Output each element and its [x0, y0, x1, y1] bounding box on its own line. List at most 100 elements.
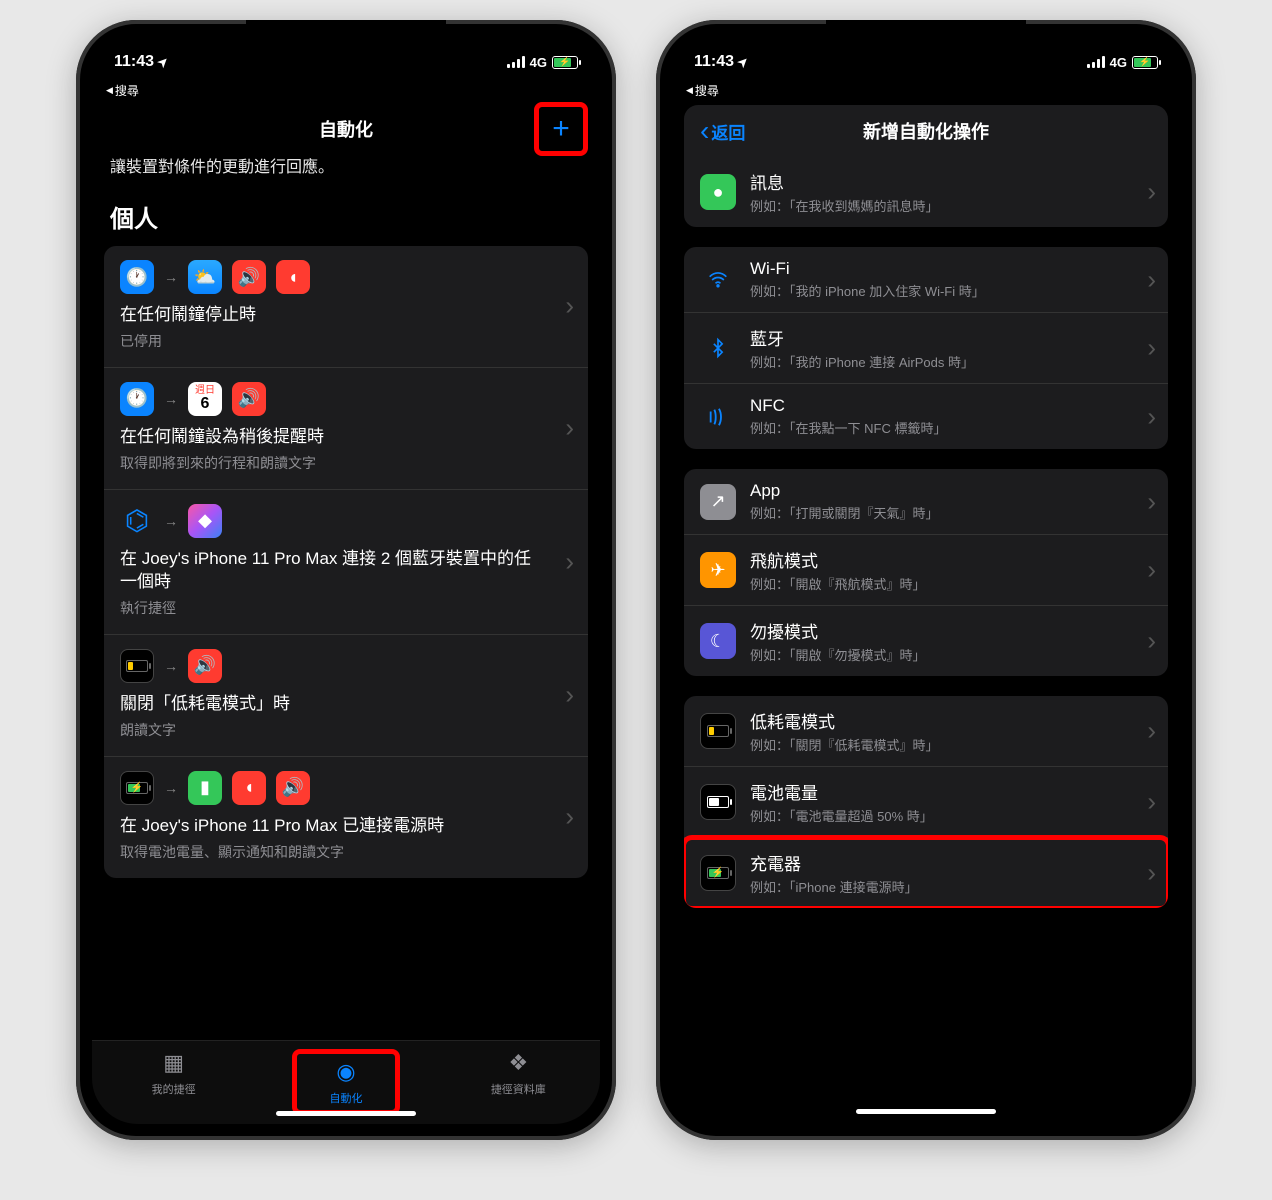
phone-right: 11:43 4G ⚡ 搜尋 返回 新增自動化操作 ● 訊息 例如：「在我收到媽: [656, 20, 1196, 1140]
chevron-right-icon: [565, 413, 574, 444]
chevron-right-icon: [1147, 177, 1156, 208]
row-title: Wi-Fi: [750, 259, 1152, 279]
calendar-icon: 週日6: [188, 382, 222, 416]
row-sub: 例如：「開啟『飛航模式』時」: [750, 574, 1152, 593]
speak-icon: 🔊: [232, 260, 266, 294]
arrow-icon: [164, 658, 178, 674]
automation-sub: 取得電池電量、顯示通知和朗讀文字: [120, 842, 572, 862]
trigger-charger[interactable]: ⚡ 充電器 例如：「iPhone 連接電源時」: [684, 838, 1168, 908]
row-sub: 例如：「開啟『勿擾模式』時」: [750, 645, 1152, 664]
charging-icon: ⚡: [120, 771, 154, 805]
chevron-right-icon: [1147, 401, 1156, 432]
dnd-icon: ◖: [276, 260, 310, 294]
automation-item[interactable]: 🔊 關閉「低耗電模式」時 朗讀文字: [104, 635, 588, 757]
bluetooth-icon: ⌬: [120, 504, 154, 538]
trigger-bluetooth[interactable]: 藍牙 例如：「我的 iPhone 連接 AirPods 時」: [684, 313, 1168, 384]
chevron-right-icon: [1147, 787, 1156, 818]
row-title: 藍牙: [750, 325, 1152, 350]
speak-icon: 🔊: [188, 649, 222, 683]
tab-label: 捷徑資料庫: [491, 1081, 546, 1097]
back-to-search[interactable]: 搜尋: [92, 80, 600, 105]
facetime-icon: ▮: [188, 771, 222, 805]
automation-item[interactable]: 🕐 週日6 🔊 在任何鬧鐘設為稍後提醒時 取得即將到來的行程和朗讀文字: [104, 368, 588, 490]
weather-icon: ⛅: [188, 260, 222, 294]
trigger-app[interactable]: ↗ App 例如：「打開或關閉『天氣』時」: [684, 469, 1168, 535]
tab-my-shortcuts[interactable]: ▦ 我的捷徑: [129, 1049, 219, 1097]
trigger-dnd[interactable]: ☾ 勿擾模式 例如：「開啟『勿擾模式』時」: [684, 606, 1168, 676]
notch: [826, 20, 1026, 50]
chevron-right-icon: [1147, 716, 1156, 747]
chevron-right-icon: [1147, 626, 1156, 657]
chevron-right-icon: [1147, 486, 1156, 517]
arrow-icon: [164, 269, 178, 285]
chevron-right-icon: [565, 291, 574, 322]
row-title: 電池電量: [750, 779, 1152, 804]
trigger-battery-level[interactable]: 電池電量 例如：「電池電量超過 50% 時」: [684, 767, 1168, 838]
network-label: 4G: [1110, 55, 1127, 70]
arrow-icon: [164, 513, 178, 529]
content: 讓裝置對條件的更動進行回應。 個人 🕐 ⛅ 🔊 ◖ 在任何鬧鐘停止時 已停用: [92, 153, 600, 1071]
row-title: NFC: [750, 396, 1152, 416]
clock-icon: 🕐: [120, 260, 154, 294]
row-sub: 例如：「在我點一下 NFC 標籤時」: [750, 418, 1152, 437]
automation-title: 在 Joey's iPhone 11 Pro Max 連接 2 個藍牙裝置中的任…: [120, 548, 572, 594]
highlight-add-button: +: [534, 102, 588, 156]
page-title: 自動化: [319, 116, 373, 142]
arrow-icon: [164, 391, 178, 407]
signal-icon: [507, 56, 525, 68]
row-title: App: [750, 481, 1152, 501]
automation-item[interactable]: 🕐 ⛅ 🔊 ◖ 在任何鬧鐘停止時 已停用: [104, 246, 588, 368]
location-icon: [158, 53, 168, 71]
notch: [246, 20, 446, 50]
home-indicator[interactable]: [276, 1111, 416, 1116]
low-power-icon: [700, 713, 736, 749]
phone-left: 11:43 4G ⚡ 搜尋 自動化 + 讓裝置對條件的更動進行回應。 個人: [76, 20, 616, 1140]
tab-label: 我的捷徑: [152, 1081, 196, 1097]
chevron-right-icon: [1147, 333, 1156, 364]
trigger-low-power[interactable]: 低耗電模式 例如：「關閉『低耗電模式』時」: [684, 696, 1168, 767]
screen-new-automation: 11:43 4G ⚡ 搜尋 返回 新增自動化操作 ● 訊息 例如：「在我收到媽: [672, 36, 1180, 1124]
automation-title: 關閉「低耗電模式」時: [120, 693, 572, 716]
row-title: 勿擾模式: [750, 618, 1152, 643]
clock-icon: 🕐: [120, 382, 154, 416]
chevron-right-icon: [565, 680, 574, 711]
row-title: 低耗電模式: [750, 708, 1152, 733]
nfc-icon: [700, 399, 736, 435]
add-button[interactable]: +: [539, 107, 583, 151]
low-power-icon: [120, 649, 154, 683]
automation-sub: 已停用: [120, 331, 572, 351]
screen-automation-list: 11:43 4G ⚡ 搜尋 自動化 + 讓裝置對條件的更動進行回應。 個人: [92, 36, 600, 1124]
automation-title: 在 Joey's iPhone 11 Pro Max 已連接電源時: [120, 815, 572, 838]
highlight-tab-automation: ◉ 自動化: [292, 1049, 400, 1115]
page-title: 新增自動化操作: [863, 118, 989, 144]
row-title: 飛航模式: [750, 547, 1152, 572]
trigger-wifi[interactable]: Wi-Fi 例如：「我的 iPhone 加入住家 Wi-Fi 時」: [684, 247, 1168, 313]
row-sub: 例如：「關閉『低耗電模式』時」: [750, 735, 1152, 754]
row-sub: 例如：「電池電量超過 50% 時」: [750, 806, 1152, 825]
speak-icon: 🔊: [232, 382, 266, 416]
trigger-nfc[interactable]: NFC 例如：「在我點一下 NFC 標籤時」: [684, 384, 1168, 449]
row-sub: 例如：「iPhone 連接電源時」: [750, 877, 1152, 896]
battery-icon: ⚡: [1132, 56, 1158, 69]
back-button[interactable]: 返回: [700, 119, 745, 144]
chevron-right-icon: [1147, 264, 1156, 295]
bluetooth-icon: [700, 330, 736, 366]
tab-automation[interactable]: ◉ 自動化: [301, 1058, 391, 1106]
chevron-right-icon: [565, 802, 574, 833]
home-indicator[interactable]: [856, 1109, 996, 1114]
automation-sub: 執行捷徑: [120, 598, 572, 618]
trigger-messages[interactable]: ● 訊息 例如：「在我收到媽媽的訊息時」: [684, 157, 1168, 227]
trigger-airplane[interactable]: ✈ 飛航模式 例如：「開啟『飛航模式』時」: [684, 535, 1168, 606]
shortcuts-icon: ◆: [188, 504, 222, 538]
section-personal: 個人: [92, 191, 600, 246]
automation-item[interactable]: ⚡ ▮ ◖ 🔊 在 Joey's iPhone 11 Pro Max 已連接電源…: [104, 757, 588, 878]
tab-gallery[interactable]: ❖ 捷徑資料庫: [473, 1049, 563, 1097]
nav-bar: 自動化 +: [92, 105, 600, 153]
content: ● 訊息 例如：「在我收到媽媽的訊息時」 Wi-Fi 例如：「我的: [672, 157, 1180, 1124]
tab-label: 自動化: [329, 1090, 362, 1106]
trigger-group: Wi-Fi 例如：「我的 iPhone 加入住家 Wi-Fi 時」 藍牙 例如：…: [684, 247, 1168, 449]
messages-icon: ●: [700, 174, 736, 210]
tab-bar: ▦ 我的捷徑 ◉ 自動化 ❖ 捷徑資料庫: [92, 1040, 600, 1124]
automation-item[interactable]: ⌬ ◆ 在 Joey's iPhone 11 Pro Max 連接 2 個藍牙裝…: [104, 490, 588, 635]
back-to-search[interactable]: 搜尋: [672, 80, 1180, 105]
